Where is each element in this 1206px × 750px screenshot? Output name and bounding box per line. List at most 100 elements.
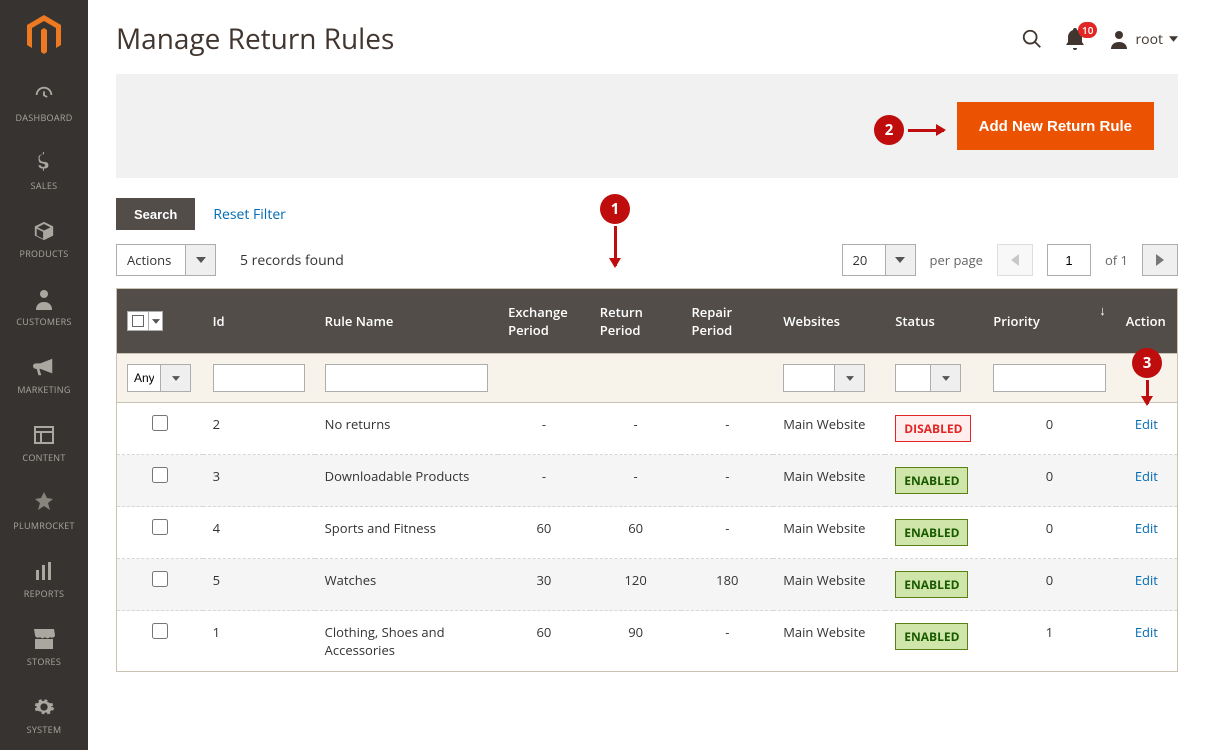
per-page-label: per page <box>930 251 983 269</box>
chart-icon <box>33 560 55 582</box>
admin-sidebar: DASHBOARD SALES PRODUCTS CUSTOMERS MARKE… <box>0 0 88 750</box>
action-bar: Add New Return Rule <box>116 74 1178 178</box>
filter-name-input[interactable] <box>325 364 488 392</box>
edit-link[interactable]: Edit <box>1135 415 1158 433</box>
table-row[interactable]: 2No returns---Main WebsiteDISABLED0Edit <box>117 403 1178 455</box>
chevron-down-icon <box>1169 36 1178 42</box>
table-row[interactable]: 1Clothing, Shoes and Accessories6090-Mai… <box>117 611 1178 672</box>
edit-link[interactable]: Edit <box>1135 467 1158 485</box>
cell-name: Watches <box>315 559 498 611</box>
layout-icon <box>33 424 55 446</box>
user-icon <box>33 288 55 310</box>
table-row[interactable]: 4Sports and Fitness6060-Main WebsiteENAB… <box>117 507 1178 559</box>
cell-repair: - <box>681 455 773 507</box>
cell-name: Clothing, Shoes and Accessories <box>315 611 498 672</box>
cell-website: Main Website <box>773 403 885 455</box>
notification-badge: 10 <box>1078 22 1097 38</box>
nav-dashboard[interactable]: DASHBOARD <box>0 70 88 138</box>
user-menu[interactable]: root <box>1109 29 1178 49</box>
next-page-button[interactable] <box>1142 244 1178 276</box>
rules-grid: Id Rule Name Exchange Period Return Peri… <box>116 288 1178 672</box>
cell-status: ENABLED <box>885 507 983 559</box>
cell-priority: 0 <box>983 559 1115 611</box>
filter-toolbar: Search Reset Filter <box>116 198 1178 230</box>
row-checkbox[interactable] <box>152 571 168 587</box>
cell-repair: - <box>681 507 773 559</box>
filter-priority-input[interactable] <box>993 364 1105 392</box>
cell-name: No returns <box>315 403 498 455</box>
cell-id: 1 <box>203 611 315 672</box>
col-select[interactable] <box>117 289 203 354</box>
cell-website: Main Website <box>773 611 885 672</box>
gear-icon <box>33 696 55 718</box>
cell-priority: 0 <box>983 403 1115 455</box>
cell-name: Sports and Fitness <box>315 507 498 559</box>
dollar-icon <box>33 152 55 174</box>
dashboard-icon <box>33 84 55 106</box>
col-action[interactable]: Action <box>1116 289 1178 354</box>
cell-website: Main Website <box>773 507 885 559</box>
search-icon[interactable] <box>1021 28 1043 50</box>
nav-plumrocket[interactable]: PLUMROCKET <box>0 478 88 546</box>
cell-id: 5 <box>203 559 315 611</box>
col-websites[interactable]: Websites <box>773 289 885 354</box>
edit-link[interactable]: Edit <box>1135 623 1158 641</box>
row-checkbox[interactable] <box>152 415 168 431</box>
col-id[interactable]: Id <box>203 289 315 354</box>
add-new-return-rule-button[interactable]: Add New Return Rule <box>957 102 1154 150</box>
col-priority[interactable]: Priority↓ <box>983 289 1115 354</box>
filter-website-select[interactable] <box>783 364 875 392</box>
cell-exchange: - <box>498 455 590 507</box>
cell-status: ENABLED <box>885 611 983 672</box>
nav-stores[interactable]: STORES <box>0 614 88 682</box>
col-return[interactable]: Return Period <box>590 289 682 354</box>
col-repair[interactable]: Repair Period <box>681 289 773 354</box>
cell-repair: - <box>681 611 773 672</box>
nav-reports[interactable]: REPORTS <box>0 546 88 614</box>
nav-marketing[interactable]: MARKETING <box>0 342 88 410</box>
nav-products[interactable]: PRODUCTS <box>0 206 88 274</box>
cell-exchange: 30 <box>498 559 590 611</box>
col-exchange[interactable]: Exchange Period <box>498 289 590 354</box>
chevron-down-icon <box>186 244 216 276</box>
row-checkbox[interactable] <box>152 623 168 639</box>
edit-link[interactable]: Edit <box>1135 519 1158 537</box>
sort-down-icon: ↓ <box>1099 301 1106 319</box>
page-number-input[interactable] <box>1047 244 1091 276</box>
reset-filter-link[interactable]: Reset Filter <box>213 205 286 224</box>
box-icon <box>33 220 55 242</box>
row-checkbox[interactable] <box>152 467 168 483</box>
cell-status: ENABLED <box>885 455 983 507</box>
row-checkbox[interactable] <box>152 519 168 535</box>
search-button[interactable]: Search <box>116 198 195 230</box>
page-header: Manage Return Rules 10 root <box>116 20 1178 58</box>
table-row[interactable]: 3Downloadable Products---Main WebsiteENA… <box>117 455 1178 507</box>
avatar-icon <box>1109 29 1129 49</box>
col-rule-name[interactable]: Rule Name <box>315 289 498 354</box>
filter-id-input[interactable] <box>213 364 305 392</box>
megaphone-icon <box>33 356 55 378</box>
col-status[interactable]: Status <box>885 289 983 354</box>
filter-status-select[interactable] <box>895 364 973 392</box>
cell-repair: 180 <box>681 559 773 611</box>
cell-id: 2 <box>203 403 315 455</box>
magento-logo[interactable] <box>0 0 88 70</box>
filter-select-any[interactable] <box>127 364 193 392</box>
nav-system[interactable]: SYSTEM <box>0 682 88 750</box>
nav-content[interactable]: CONTENT <box>0 410 88 478</box>
prev-page-button[interactable] <box>997 244 1033 276</box>
nav-customers[interactable]: CUSTOMERS <box>0 274 88 342</box>
edit-link[interactable]: Edit <box>1135 571 1158 589</box>
nav-sales[interactable]: SALES <box>0 138 88 206</box>
cell-id: 4 <box>203 507 315 559</box>
cell-return: - <box>590 455 682 507</box>
cell-return: - <box>590 403 682 455</box>
notifications-icon[interactable]: 10 <box>1065 28 1087 50</box>
actions-dropdown[interactable]: Actions <box>116 244 216 276</box>
table-row[interactable]: 5Watches30120180Main WebsiteENABLED0Edit <box>117 559 1178 611</box>
cell-repair: - <box>681 403 773 455</box>
records-count: 5 records found <box>240 251 344 270</box>
page-size-select[interactable]: 20 <box>842 244 916 276</box>
cell-exchange: 60 <box>498 611 590 672</box>
store-icon <box>33 628 55 650</box>
